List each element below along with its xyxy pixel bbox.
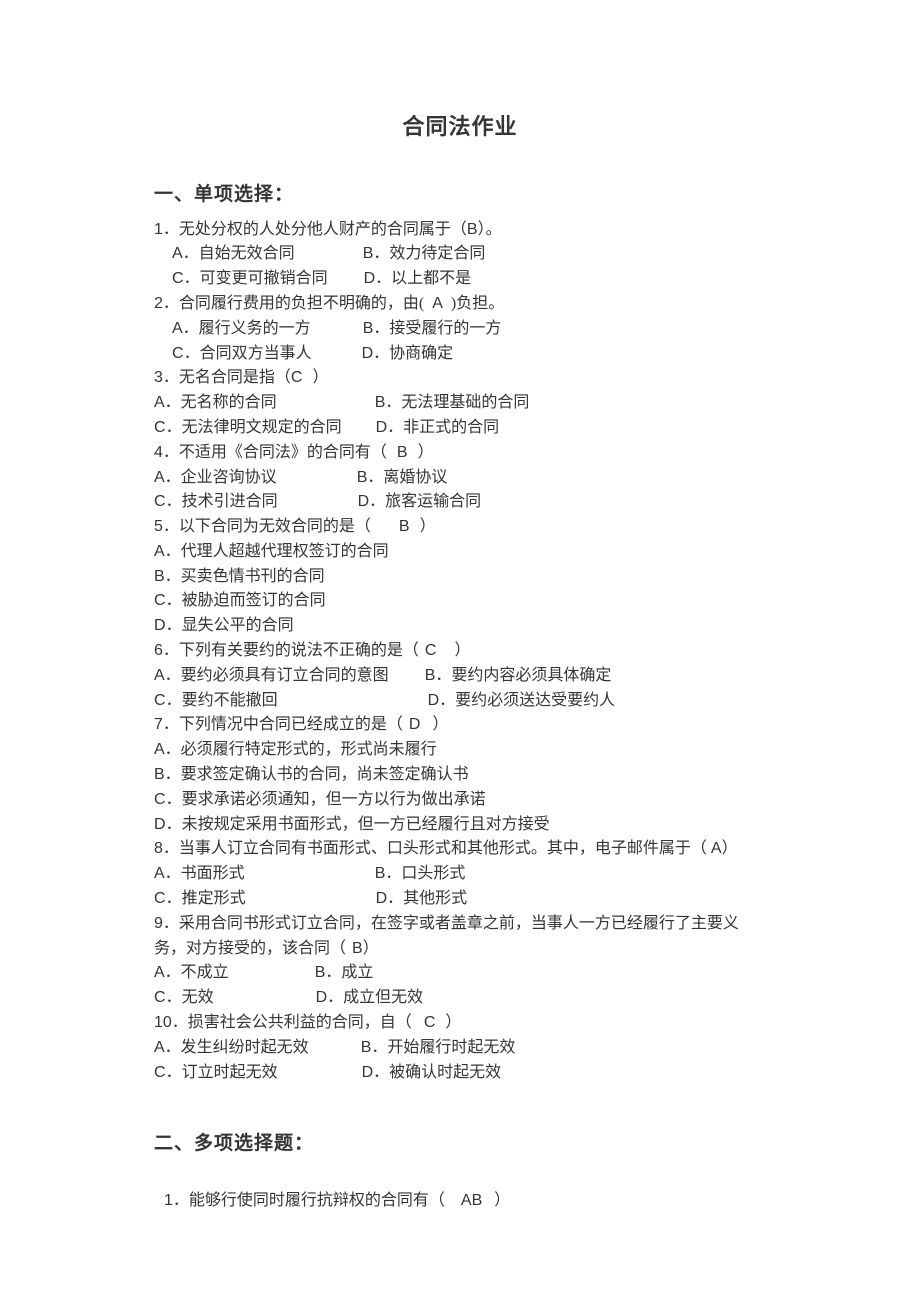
question-4: 4．不适用《合同法》的合同有（B）A．企业咨询协议B．离婚协议C．技术引进合同D… [154, 441, 766, 515]
question-prompt: 3．无名合同是指（C） [154, 366, 766, 391]
question-prompt: 10．损害社会公共利益的合同，自（C） [154, 1011, 766, 1036]
option-line: C．订立时起无效D．被确认时起无效 [154, 1061, 766, 1086]
question-prompt: 8．当事人订立合同有书面形式、口头形式和其他形式。其中，电子邮件属于（A） [154, 837, 766, 862]
option-line: C．可变更可撤销合同D．以上都不是 [154, 267, 766, 292]
option-line: A．无名称的合同B．无法理基础的合同 [154, 391, 766, 416]
question-prompt: 4．不适用《合同法》的合同有（B） [154, 441, 766, 466]
question-prompt: 5．以下合同为无效合同的是（B） [154, 515, 766, 540]
option-line: A．代理人超越代理权签订的合同 [154, 540, 766, 565]
question-prompt: 7．下列情况中合同已经成立的是（D） [154, 713, 766, 738]
option-line: A．自始无效合同B．效力待定合同 [154, 242, 766, 267]
question-7: 7．下列情况中合同已经成立的是（D）A．必须履行特定形式的，形式尚未履行B．要求… [154, 713, 766, 837]
question-8: 8．当事人订立合同有书面形式、口头形式和其他形式。其中，电子邮件属于（A）A．书… [154, 837, 766, 911]
option-line: C．无效D．成立但无效 [154, 986, 766, 1011]
question-prompt: 1．能够行使同时履行抗辩权的合同有（AB） [164, 1189, 766, 1214]
question-2: 2．合同履行费用的负担不明确的，由(A)负担。A．履行义务的一方B．接受履行的一… [154, 292, 766, 366]
question-prompt: 1．无处分权的人处分他人财产的合同属于（B）。 [154, 218, 766, 243]
option-line: C．技术引进合同D．旅客运输合同 [154, 490, 766, 515]
option-line: C．要求承诺必须通知，但一方以行为做出承诺 [154, 788, 766, 813]
question-1: 1．无处分权的人处分他人财产的合同属于（B）。A．自始无效合同B．效力待定合同C… [154, 218, 766, 292]
option-line: A．要约必须具有订立合同的意图B．要约内容必须具体确定 [154, 664, 766, 689]
section-2-heading: 二、多项选择题： [154, 1129, 766, 1158]
option-line: C．无法律明文规定的合同D．非正式的合同 [154, 416, 766, 441]
question-prompt: 6．下列有关要约的说法不正确的是（C） [154, 639, 766, 664]
option-line: C．要约不能撤回D．要约必须送达受要约人 [154, 689, 766, 714]
option-line: C．合同双方当事人D．协商确定 [154, 342, 766, 367]
option-line: B．要求签定确认书的合同，尚未签定确认书 [154, 763, 766, 788]
option-line: A．必须履行特定形式的，形式尚未履行 [154, 738, 766, 763]
option-line: B．买卖色情书刊的合同 [154, 565, 766, 590]
option-line: D．未按规定采用书面形式，但一方已经履行且对方接受 [154, 813, 766, 838]
question-6: 6．下列有关要约的说法不正确的是（C）A．要约必须具有订立合同的意图B．要约内容… [154, 639, 766, 713]
question-prompt: 2．合同履行费用的负担不明确的，由(A)负担。 [154, 292, 766, 317]
option-line: A．书面形式B．口头形式 [154, 862, 766, 887]
option-line: A．发生纠纷时起无效B．开始履行时起无效 [154, 1036, 766, 1061]
option-line: D．显失公平的合同 [154, 614, 766, 639]
question-9: 9．采用合同书形式订立合同，在签字或者盖章之前，当事人一方已经履行了主要义务，对… [154, 912, 766, 1011]
option-line: C．被胁迫而签订的合同 [154, 589, 766, 614]
section-2-body: 1．能够行使同时履行抗辩权的合同有（AB） [154, 1189, 766, 1214]
document-page: 合同法作业 一、单项选择： 1．无处分权的人处分他人财产的合同属于（B）。A．自… [0, 0, 920, 1314]
question-5: 5．以下合同为无效合同的是（B）A．代理人超越代理权签订的合同B．买卖色情书刊的… [154, 515, 766, 639]
option-line: C．推定形式D．其他形式 [154, 887, 766, 912]
ms-question-1: 1．能够行使同时履行抗辩权的合同有（AB） [154, 1189, 766, 1214]
option-line: A．不成立B．成立 [154, 961, 766, 986]
document-title: 合同法作业 [154, 110, 766, 144]
option-line: A．企业咨询协议B．离婚协议 [154, 466, 766, 491]
question-prompt: 9．采用合同书形式订立合同，在签字或者盖章之前，当事人一方已经履行了主要义务，对… [154, 912, 766, 962]
option-line: A．履行义务的一方B．接受履行的一方 [154, 317, 766, 342]
section-1-body: 1．无处分权的人处分他人财产的合同属于（B）。A．自始无效合同B．效力待定合同C… [154, 218, 766, 1086]
question-10: 10．损害社会公共利益的合同，自（C）A．发生纠纷时起无效B．开始履行时起无效C… [154, 1011, 766, 1085]
question-3: 3．无名合同是指（C）A．无名称的合同B．无法理基础的合同C．无法律明文规定的合… [154, 366, 766, 440]
section-1-heading: 一、单项选择： [154, 180, 766, 209]
